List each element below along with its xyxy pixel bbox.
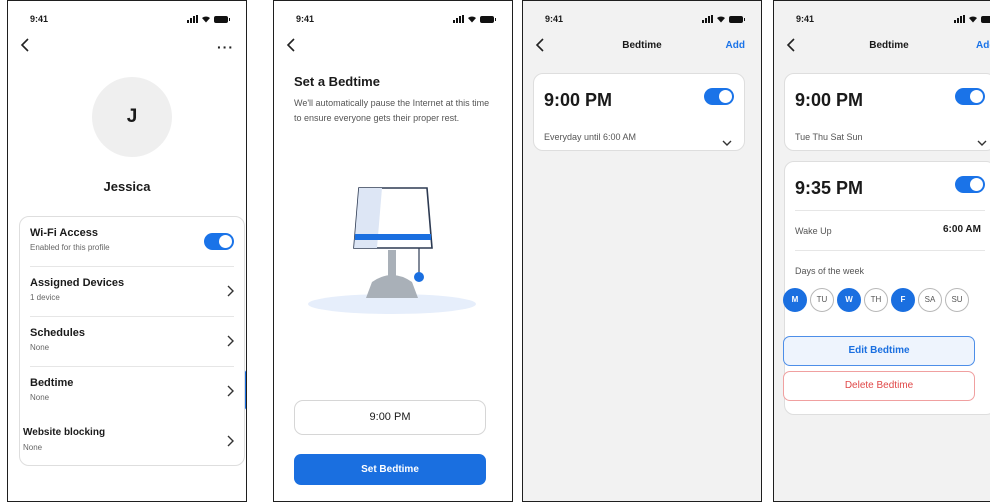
chevron-left-icon [20,38,29,52]
more-options-button[interactable]: ··· [217,39,234,55]
status-bar: 9:41 [523,13,761,27]
wifi-access-toggle[interactable] [204,233,234,250]
divider [795,210,985,211]
menu-item-title: Schedules [30,327,86,339]
edit-bedtime-button[interactable]: Edit Bedtime [783,336,975,366]
day-toggle-wednesday[interactable]: W [837,288,861,312]
menu-item-title: Wi-Fi Access [30,227,98,239]
day-toggle-sunday[interactable]: SU [945,288,969,312]
delete-bedtime-button[interactable]: Delete Bedtime [783,371,975,401]
back-button[interactable] [284,37,298,53]
wifi-icon [468,16,476,23]
battery-icon [480,16,496,23]
back-button[interactable] [18,37,32,53]
bedtime-card[interactable]: 9:00 PM Everyday until 6:00 AM [533,73,745,151]
chevron-left-icon [286,38,295,52]
status-time: 9:41 [796,14,815,24]
wake-up-time[interactable]: 6:00 AM [943,224,981,235]
day-toggle-monday[interactable]: M [783,288,807,312]
menu-item-subtitle: None [23,443,43,452]
menu-item-assigned-devices[interactable]: Assigned Devices 1 device [30,267,234,317]
status-bar: 9:41 [774,13,990,27]
battery-icon [214,16,230,23]
chevron-down-icon[interactable] [722,134,732,146]
set-bedtime-button[interactable]: Set Bedtime [294,454,486,485]
bedtime-detail-screen: 9:41 Bedtime Add 9:00 PM Tue Thu Sat Sun… [773,0,990,502]
bedtime-toggle[interactable] [955,88,985,105]
lamp-illustration [308,187,476,314]
wake-up-label: Wake Up [795,226,832,236]
chevron-right-icon [226,284,234,297]
menu-item-schedules[interactable]: Schedules None [30,317,234,367]
set-bedtime-screen: 9:41 Set a Bedtime We'll automatically p… [273,0,513,502]
menu-item-title: Website blocking [23,427,106,438]
bedtime-summary: Everyday until 6:00 AM [544,132,637,142]
signal-icon [954,15,965,23]
chevron-down-icon[interactable] [977,134,987,146]
bedtime-time: 9:35 PM [795,178,864,198]
menu-item-title: Assigned Devices [30,277,125,289]
avatar: J [92,77,172,157]
add-button[interactable]: Add [726,40,745,51]
menu-item-title: Bedtime [30,377,74,389]
bedtime-list-screen: 9:41 Bedtime Add 9:00 PM Everyday until … [522,0,762,502]
day-toggle-saturday[interactable]: SA [918,288,942,312]
page-title: Set a Bedtime [294,74,380,89]
day-toggle-friday[interactable]: F [891,288,915,312]
chevron-right-icon [226,334,234,347]
menu-item-website-blocking[interactable]: Website blocking None [23,417,234,467]
bedtime-summary: Tue Thu Sat Sun [795,132,863,142]
menu-item-bedtime[interactable]: Bedtime None [30,367,234,417]
bedtime-time: 9:00 PM [795,90,864,110]
menu-item-subtitle: None [30,393,50,402]
signal-icon [453,15,464,23]
wifi-icon [717,16,725,23]
menu-item-wifi-access: Wi-Fi Access Enabled for this profile [30,217,234,267]
battery-icon [729,16,745,23]
wifi-icon [969,16,977,23]
wifi-icon [202,16,210,23]
profile-menu: Wi-Fi Access Enabled for this profile As… [19,216,245,466]
bedtime-toggle[interactable] [955,176,985,193]
menu-item-subtitle: None [30,343,50,352]
battery-icon [981,16,990,23]
signal-icon [702,15,713,23]
nav-title: Bedtime [869,40,909,51]
status-bar: 9:41 [274,13,512,27]
chevron-right-icon [226,434,234,447]
profile-name: Jessica [103,179,151,194]
status-bar: 9:41 [8,13,246,27]
chevron-right-icon [226,384,234,397]
status-time: 9:41 [545,14,564,24]
bedtime-time: 9:00 PM [544,90,613,110]
bedtime-time-picker[interactable]: 9:00 PM [294,400,486,435]
bedtime-card[interactable]: 9:00 PM Tue Thu Sat Sun [784,73,990,151]
profile-screen: 9:41 ··· J Jessica Wi-Fi Access Enabled … [7,0,247,502]
menu-item-subtitle: Enabled for this profile [30,243,110,252]
divider [795,250,985,251]
menu-item-subtitle: 1 device [30,293,60,302]
day-toggle-thursday[interactable]: TH [864,288,888,312]
status-time: 9:41 [30,14,49,24]
page-description: We'll automatically pause the Internet a… [294,98,490,123]
bedtime-toggle[interactable] [704,88,734,105]
days-of-week-label: Days of the week [795,266,865,276]
status-time: 9:41 [296,14,315,24]
day-toggle-tuesday[interactable]: TU [810,288,834,312]
add-button[interactable]: Add [976,40,990,51]
signal-icon [187,15,198,23]
days-of-week-selector: M TU W TH F SA SU [783,288,969,312]
